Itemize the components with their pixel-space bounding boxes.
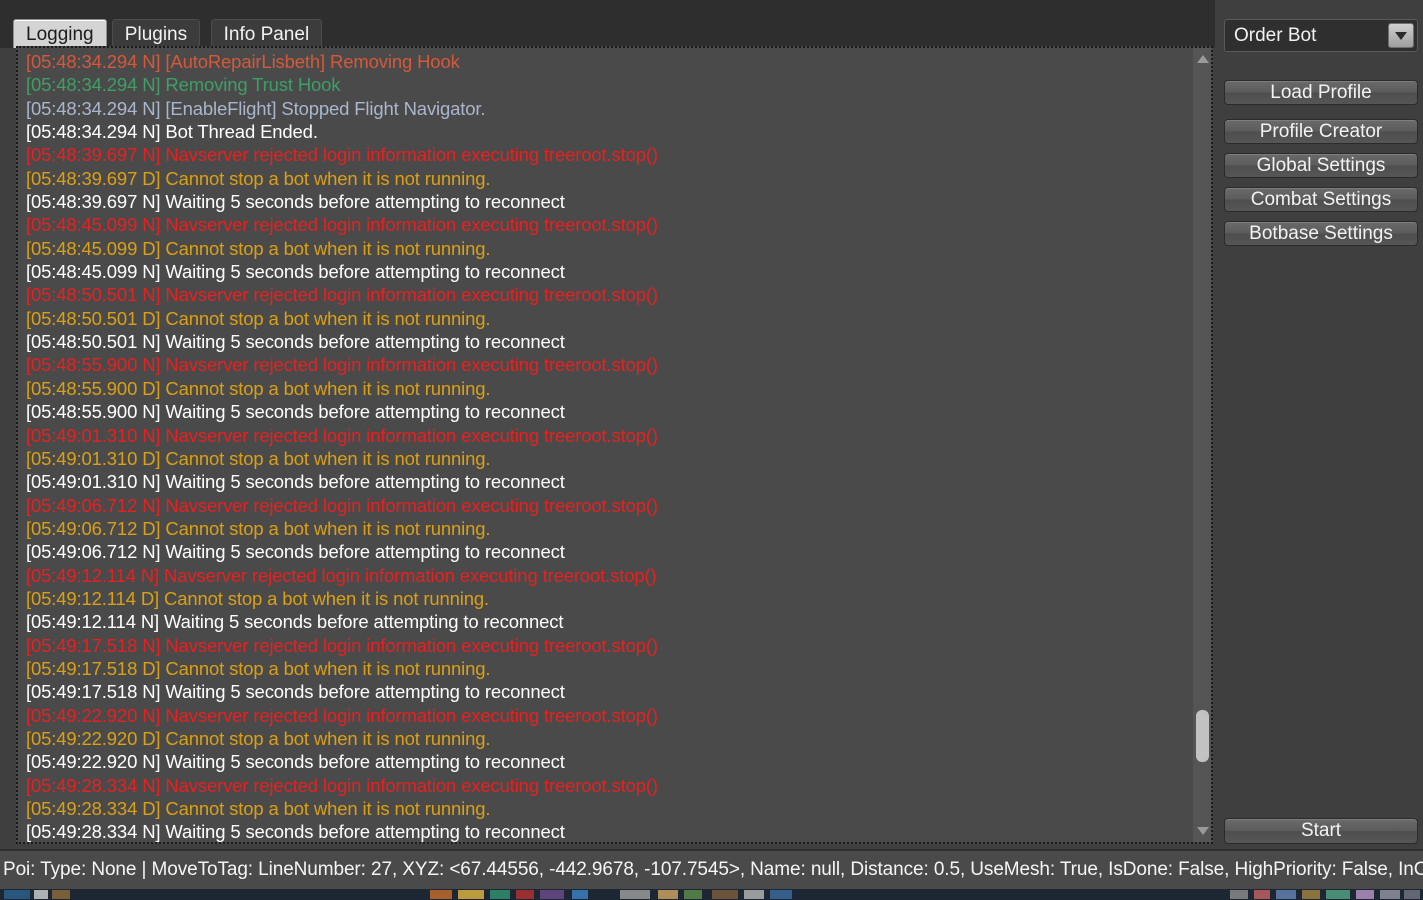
log-line: [05:49:12.114 D] Cannot stop a bot when … [26,587,490,609]
taskbar-item [1380,890,1400,899]
log-line: [05:49:12.114 N] Waiting 5 seconds befor… [26,611,564,633]
taskbar-item [572,890,588,899]
scroll-up-arrow-icon[interactable] [1193,50,1211,68]
log-line: [05:48:39.697 D] Cannot stop a bot when … [26,167,491,189]
taskbar-item [430,890,452,899]
log-line: [05:48:34.294 N] [EnableFlight] Stopped … [26,97,486,119]
log-line: [05:49:06.712 N] Waiting 5 seconds befor… [26,541,565,563]
taskbar-item [1356,890,1374,899]
log-line: [05:48:45.099 N] Waiting 5 seconds befor… [26,261,565,283]
log-text-container: [05:48:34.294 N] [AutoRepairLisbeth] Rem… [26,48,1191,843]
log-line: [05:49:28.334 N] Navserver rejected logi… [26,774,658,796]
taskbar-item [4,890,30,899]
taskbar-item [684,890,702,899]
tab-strip: Logging Plugins Info Panel [0,0,1215,48]
log-line: [05:49:22.920 N] Navserver rejected logi… [26,704,658,726]
status-bar: Poi: Type: None | MoveToTag: LineNumber:… [0,849,1423,889]
taskbar-item [1230,890,1248,899]
taskbar-item [744,890,764,899]
taskbar-item [1326,890,1350,899]
start-button[interactable]: Start [1224,818,1418,844]
log-line: [05:49:01.310 N] Waiting 5 seconds befor… [26,471,565,493]
log-line: [05:49:28.334 N] Waiting 5 seconds befor… [26,821,565,843]
global-settings-button[interactable]: Global Settings [1224,153,1418,178]
log-line: [05:49:22.920 N] Waiting 5 seconds befor… [26,751,565,773]
log-line: [05:48:39.697 N] Waiting 5 seconds befor… [26,191,565,213]
taskbar-item [458,890,484,899]
sidebar: Order Bot Load Profile Profile Creator G… [1219,0,1423,848]
scrollbar-thumb[interactable] [1196,710,1209,762]
log-line: [05:48:50.501 N] Waiting 5 seconds befor… [26,331,565,353]
log-line: [05:49:01.310 N] Navserver rejected logi… [26,424,658,446]
log-line: [05:49:17.518 N] Navserver rejected logi… [26,634,658,656]
taskbar-item [540,890,564,899]
log-line: [05:48:34.294 N] Removing Trust Hook [26,74,341,96]
log-line: [05:49:17.518 N] Waiting 5 seconds befor… [26,681,565,703]
tab-logging[interactable]: Logging [13,19,107,48]
taskbar-item [52,890,70,899]
chevron-down-icon[interactable] [1388,23,1414,48]
scroll-down-arrow-icon[interactable] [1193,822,1211,840]
taskbar-item [516,890,534,899]
tab-info-panel[interactable]: Info Panel [210,19,323,48]
bot-application-window: Logging Plugins Info Panel [05:48:34.294 N… [0,0,1423,900]
bot-select-dropdown[interactable]: Order Bot [1224,19,1418,52]
desktop-taskbar [0,889,1423,900]
tab-plugins[interactable]: Plugins [111,19,201,48]
bot-select-value: Order Bot [1234,24,1317,46]
log-output-panel[interactable]: [05:48:34.294 N] [AutoRepairLisbeth] Rem… [16,46,1213,844]
taskbar-item [1302,890,1320,899]
botbase-settings-button[interactable]: Botbase Settings [1224,221,1418,246]
load-profile-button[interactable]: Load Profile [1224,80,1418,105]
log-line: [05:48:45.099 N] Navserver rejected logi… [26,214,658,236]
taskbar-item [1276,890,1296,899]
taskbar-item [1404,890,1420,899]
log-line: [05:48:55.900 N] Navserver rejected logi… [26,354,658,376]
taskbar-item [490,890,510,899]
status-bar-text: Poi: Type: None | MoveToTag: LineNumber:… [3,859,1423,880]
taskbar-item [770,890,792,899]
taskbar-item [712,890,738,899]
log-line: [05:48:50.501 D] Cannot stop a bot when … [26,307,491,329]
log-line: [05:49:22.920 D] Cannot stop a bot when … [26,727,491,749]
log-line: [05:49:28.334 D] Cannot stop a bot when … [26,798,491,819]
log-line: [05:48:45.099 D] Cannot stop a bot when … [26,237,491,259]
taskbar-item [658,890,678,899]
log-line: [05:49:12.114 N] Navserver rejected logi… [26,564,657,586]
log-line: [05:48:50.501 N] Navserver rejected logi… [26,284,658,306]
log-line: [05:48:55.900 D] Cannot stop a bot when … [26,377,491,399]
combat-settings-button[interactable]: Combat Settings [1224,187,1418,212]
taskbar-item [34,890,48,899]
log-line: [05:49:01.310 D] Cannot stop a bot when … [26,447,491,469]
log-line: [05:48:55.900 N] Waiting 5 seconds befor… [26,401,565,423]
log-scrollbar[interactable] [1192,48,1211,842]
log-line: [05:48:34.294 N] [AutoRepairLisbeth] Rem… [26,51,460,72]
log-line: [05:48:39.697 N] Navserver rejected logi… [26,144,658,166]
profile-creator-button[interactable]: Profile Creator [1224,119,1418,144]
log-line: [05:48:34.294 N] Bot Thread Ended. [26,121,318,143]
log-line: [05:49:17.518 D] Cannot stop a bot when … [26,657,491,679]
log-line: [05:49:06.712 D] Cannot stop a bot when … [26,517,491,539]
taskbar-item [1254,890,1270,899]
log-line: [05:49:06.712 N] Navserver rejected logi… [26,494,658,516]
taskbar-item [620,890,650,899]
